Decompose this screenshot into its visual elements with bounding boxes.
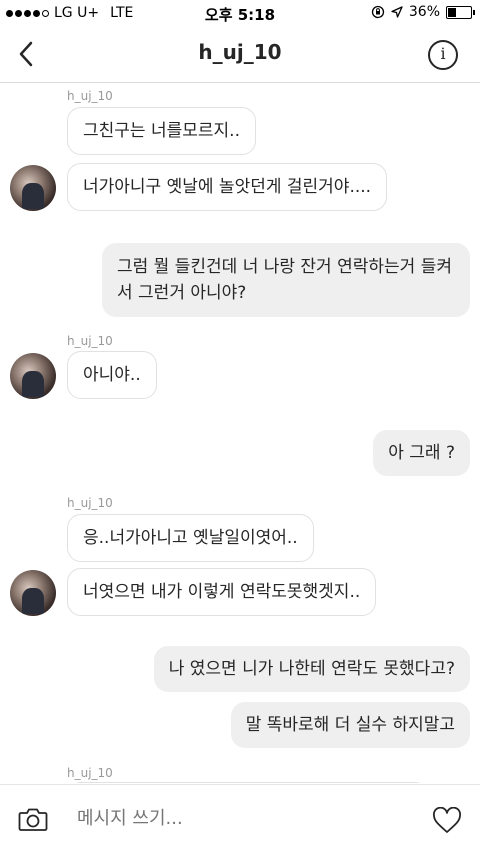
avatar[interactable]: [10, 570, 56, 616]
message-thread[interactable]: h_uj_10 그친구는 너를모르지.. 너가아니구 옛날에 놀앗던게 걸린거야…: [0, 83, 480, 783]
message-bubble-received[interactable]: 너엿으면 내가 이렇게 연락도못햇겟지..: [67, 568, 377, 616]
message-input[interactable]: [75, 807, 379, 830]
message-bubble-received[interactable]: 아니야..: [67, 351, 157, 399]
sender-username: h_uj_10: [67, 766, 113, 780]
avatar[interactable]: [10, 353, 56, 399]
sender-username: h_uj_10: [67, 496, 113, 510]
status-right: 36%: [371, 4, 475, 20]
message-bubble-received[interactable]: 그친구는 너를모르지..: [67, 107, 256, 155]
message-bubble-sent[interactable]: 말 똑바로해 더 실수 하지말고: [230, 702, 470, 748]
sender-username: h_uj_10: [67, 334, 113, 348]
message-bubble-received[interactable]: [67, 782, 429, 783]
avatar[interactable]: [10, 165, 56, 211]
chat-title[interactable]: h_uj_10: [0, 40, 480, 64]
message-bubble-sent[interactable]: 아 그래 ?: [373, 430, 470, 476]
message-composer: [0, 784, 480, 855]
status-bar: LG U+ LTE 오후 5:18 36%: [0, 0, 480, 26]
message-bubble-received[interactable]: 응..너가아니고 옛날일이엿어..: [67, 514, 314, 562]
message-bubble-received[interactable]: 너가아니구 옛날에 놀앗던게 걸린거야....: [67, 163, 388, 211]
info-icon[interactable]: i: [428, 40, 458, 70]
sender-username: h_uj_10: [67, 89, 113, 103]
chat-header: h_uj_10 i: [0, 26, 480, 83]
orientation-lock-icon: [371, 5, 385, 19]
heart-icon[interactable]: [432, 807, 462, 834]
message-bubble-sent[interactable]: 나 였으면 니가 나한테 연락도 못했다고?: [153, 646, 470, 692]
battery-icon: [446, 5, 475, 19]
location-arrow-icon: [391, 6, 403, 18]
message-bubble-sent[interactable]: 그럼 뭘 들킨건데 너 나랑 잔거 연락하는거 들켜서 그런거 아니야?: [102, 243, 470, 317]
battery-percent: 36%: [408, 4, 440, 20]
camera-icon[interactable]: [18, 807, 48, 832]
